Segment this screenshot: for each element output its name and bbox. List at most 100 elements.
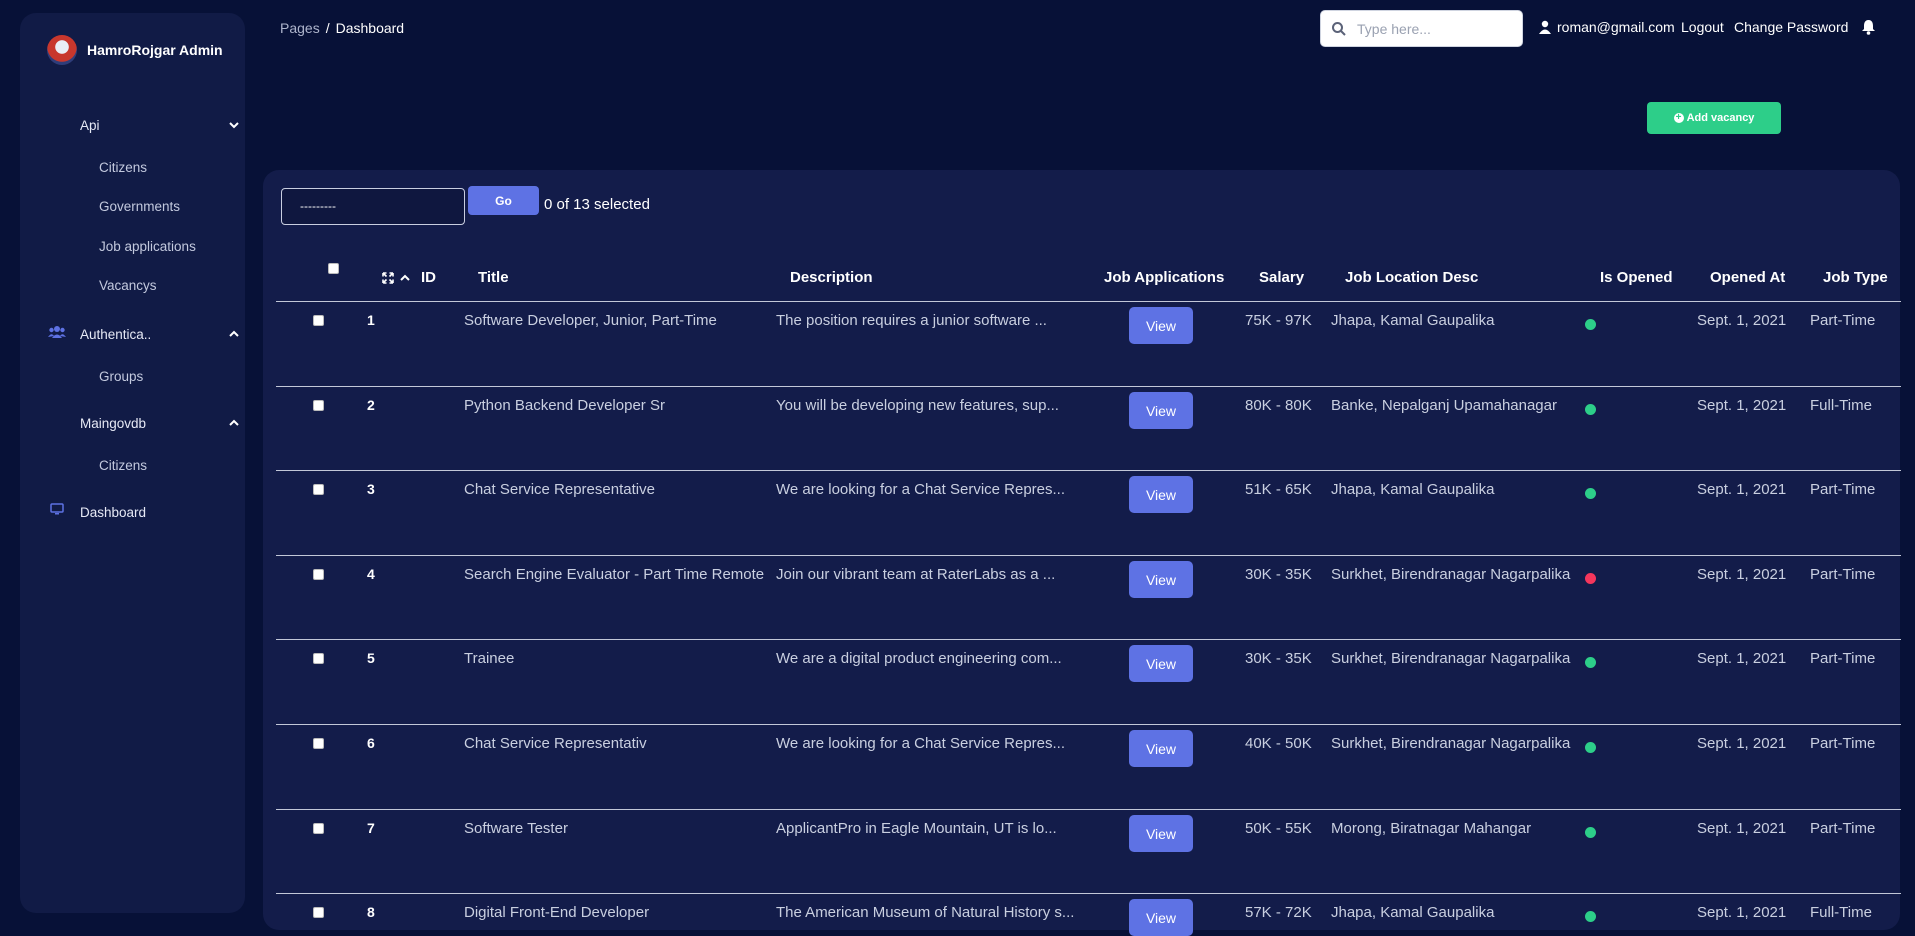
- view-applications-button[interactable]: View: [1129, 392, 1193, 429]
- cell-location: Jhapa, Kamal Gaupalika: [1331, 312, 1495, 329]
- bell-icon[interactable]: [1861, 19, 1876, 35]
- row-checkbox[interactable]: [313, 653, 324, 664]
- cell-salary: 57K - 72K: [1245, 904, 1312, 921]
- sidebar-item-citizens[interactable]: Citizens: [99, 158, 147, 178]
- cell-id: 7: [367, 820, 375, 836]
- x-circle-icon: [1585, 573, 1596, 584]
- cell-opened-at: Sept. 1, 2021: [1697, 481, 1787, 498]
- cell-opened-at: Sept. 1, 2021: [1697, 735, 1787, 752]
- sidebar-group-maingovdb[interactable]: Maingovdb: [80, 411, 240, 435]
- column-header-opened-at[interactable]: Opened At: [1710, 269, 1785, 286]
- sidebar-group-label: Maingovdb: [80, 415, 147, 431]
- cell-opened-at: Sept. 1, 2021: [1697, 650, 1787, 667]
- cell-description: We are a digital product engineering com…: [776, 650, 1062, 667]
- breadcrumb-root[interactable]: Pages: [280, 20, 320, 36]
- row-checkbox[interactable]: [313, 569, 324, 580]
- row-checkbox[interactable]: [313, 400, 324, 411]
- sidebar-item-label: Dashboard: [80, 504, 147, 520]
- add-vacancy-label: Add vacancy: [1686, 112, 1755, 124]
- column-header-id[interactable]: ID: [421, 269, 436, 286]
- view-applications-button[interactable]: View: [1129, 307, 1193, 344]
- sidebar-item-job-applications[interactable]: Job applications: [99, 237, 196, 257]
- row-checkbox[interactable]: [313, 738, 324, 749]
- cell-description: We are looking for a Chat Service Repres…: [776, 481, 1066, 498]
- view-applications-button[interactable]: View: [1129, 645, 1193, 682]
- cell-id: 6: [367, 735, 375, 751]
- brand-title: HamroRojgar Admin: [87, 42, 223, 58]
- cell-salary: 30K - 35K: [1245, 566, 1312, 583]
- action-select[interactable]: ---------: [281, 188, 465, 225]
- cell-description: The position requires a junior software …: [776, 312, 1047, 329]
- cell-title[interactable]: Python Backend Developer Sr: [464, 397, 665, 414]
- row-divider: [276, 386, 1901, 387]
- row-checkbox[interactable]: [313, 907, 324, 918]
- expand-icon[interactable]: [382, 272, 394, 284]
- cell-title[interactable]: Trainee: [464, 650, 514, 667]
- cell-id: 5: [367, 650, 375, 666]
- cell-location: Surkhet, Birendranagar Nagarpalika: [1331, 566, 1571, 583]
- sidebar-item-groups[interactable]: Groups: [99, 367, 143, 387]
- sort-asc-icon[interactable]: [400, 273, 410, 283]
- column-header-description[interactable]: Description: [790, 269, 873, 286]
- column-header-job-type[interactable]: Job Type: [1823, 269, 1888, 286]
- view-applications-button[interactable]: View: [1129, 899, 1193, 936]
- change-password-link[interactable]: Change Password: [1734, 19, 1848, 35]
- go-button[interactable]: Go: [468, 186, 539, 215]
- cell-title[interactable]: Search Engine Evaluator - Part Time Remo…: [464, 566, 764, 583]
- cell-title[interactable]: Software Tester: [464, 820, 568, 837]
- row-checkbox[interactable]: [313, 484, 324, 495]
- sidebar-group-authentication[interactable]: Authentica..: [80, 322, 240, 346]
- search-box[interactable]: [1320, 10, 1523, 47]
- user-email: roman@gmail.com: [1557, 19, 1675, 35]
- sidebar-group-api[interactable]: Api: [80, 113, 240, 137]
- sidebar-item-maingovdb-citizens[interactable]: Citizens: [99, 456, 147, 476]
- cell-title[interactable]: Chat Service Representative: [464, 481, 655, 498]
- add-vacancy-button[interactable]: + Add vacancy: [1647, 102, 1781, 134]
- monitor-icon: [48, 500, 66, 518]
- user-menu[interactable]: roman@gmail.com: [1538, 19, 1675, 35]
- check-circle-icon: [1585, 319, 1596, 330]
- cell-salary: 80K - 80K: [1245, 397, 1312, 414]
- column-header-is-opened[interactable]: Is Opened: [1600, 269, 1673, 286]
- view-applications-button[interactable]: View: [1129, 815, 1193, 852]
- logout-link[interactable]: Logout: [1681, 19, 1724, 35]
- sidebar-item-dashboard[interactable]: Dashboard: [80, 500, 240, 524]
- column-header-job-applications[interactable]: Job Applications: [1104, 269, 1224, 286]
- cell-description: Join our vibrant team at RaterLabs as a …: [776, 566, 1056, 583]
- row-checkbox[interactable]: [313, 315, 324, 326]
- breadcrumb-separator: /: [325, 20, 330, 36]
- cell-location: Morong, Biratnagar Mahangar: [1331, 820, 1532, 837]
- sidebar-item-governments[interactable]: Governments: [99, 197, 180, 217]
- view-applications-button[interactable]: View: [1129, 730, 1193, 767]
- cell-opened-at: Sept. 1, 2021: [1697, 397, 1787, 414]
- cell-job-type: Part-Time: [1810, 735, 1876, 752]
- cell-title[interactable]: Digital Front-End Developer: [464, 904, 649, 921]
- search-input[interactable]: [1355, 19, 1519, 38]
- chevron-up-icon: [229, 330, 239, 337]
- cell-id: 1: [367, 312, 375, 328]
- column-header-job-location[interactable]: Job Location Desc: [1345, 269, 1478, 286]
- row-divider: [276, 639, 1901, 640]
- row-divider: [276, 724, 1901, 725]
- cell-salary: 40K - 50K: [1245, 735, 1312, 752]
- select-all-checkbox[interactable]: [328, 263, 339, 274]
- column-header-salary[interactable]: Salary: [1259, 269, 1304, 286]
- row-divider: [276, 301, 1901, 302]
- sidebar-group-label: Api: [80, 117, 100, 133]
- cell-id: 2: [367, 397, 375, 413]
- cell-job-type: Part-Time: [1810, 566, 1876, 583]
- cell-id: 8: [367, 904, 375, 920]
- column-header-title[interactable]: Title: [478, 269, 509, 286]
- cell-description: You will be developing new features, sup…: [776, 397, 1059, 414]
- cell-title[interactable]: Chat Service Representativ: [464, 735, 647, 752]
- cell-title[interactable]: Software Developer, Junior, Part-Time: [464, 312, 717, 329]
- cell-location: Surkhet, Birendranagar Nagarpalika: [1331, 735, 1571, 752]
- cell-salary: 51K - 65K: [1245, 481, 1312, 498]
- brand[interactable]: HamroRojgar Admin: [47, 35, 223, 65]
- view-applications-button[interactable]: View: [1129, 561, 1193, 598]
- check-circle-icon: [1585, 827, 1596, 838]
- view-applications-button[interactable]: View: [1129, 476, 1193, 513]
- row-checkbox[interactable]: [313, 823, 324, 834]
- cell-salary: 75K - 97K: [1245, 312, 1312, 329]
- sidebar-item-vacancys[interactable]: Vacancys: [99, 276, 157, 296]
